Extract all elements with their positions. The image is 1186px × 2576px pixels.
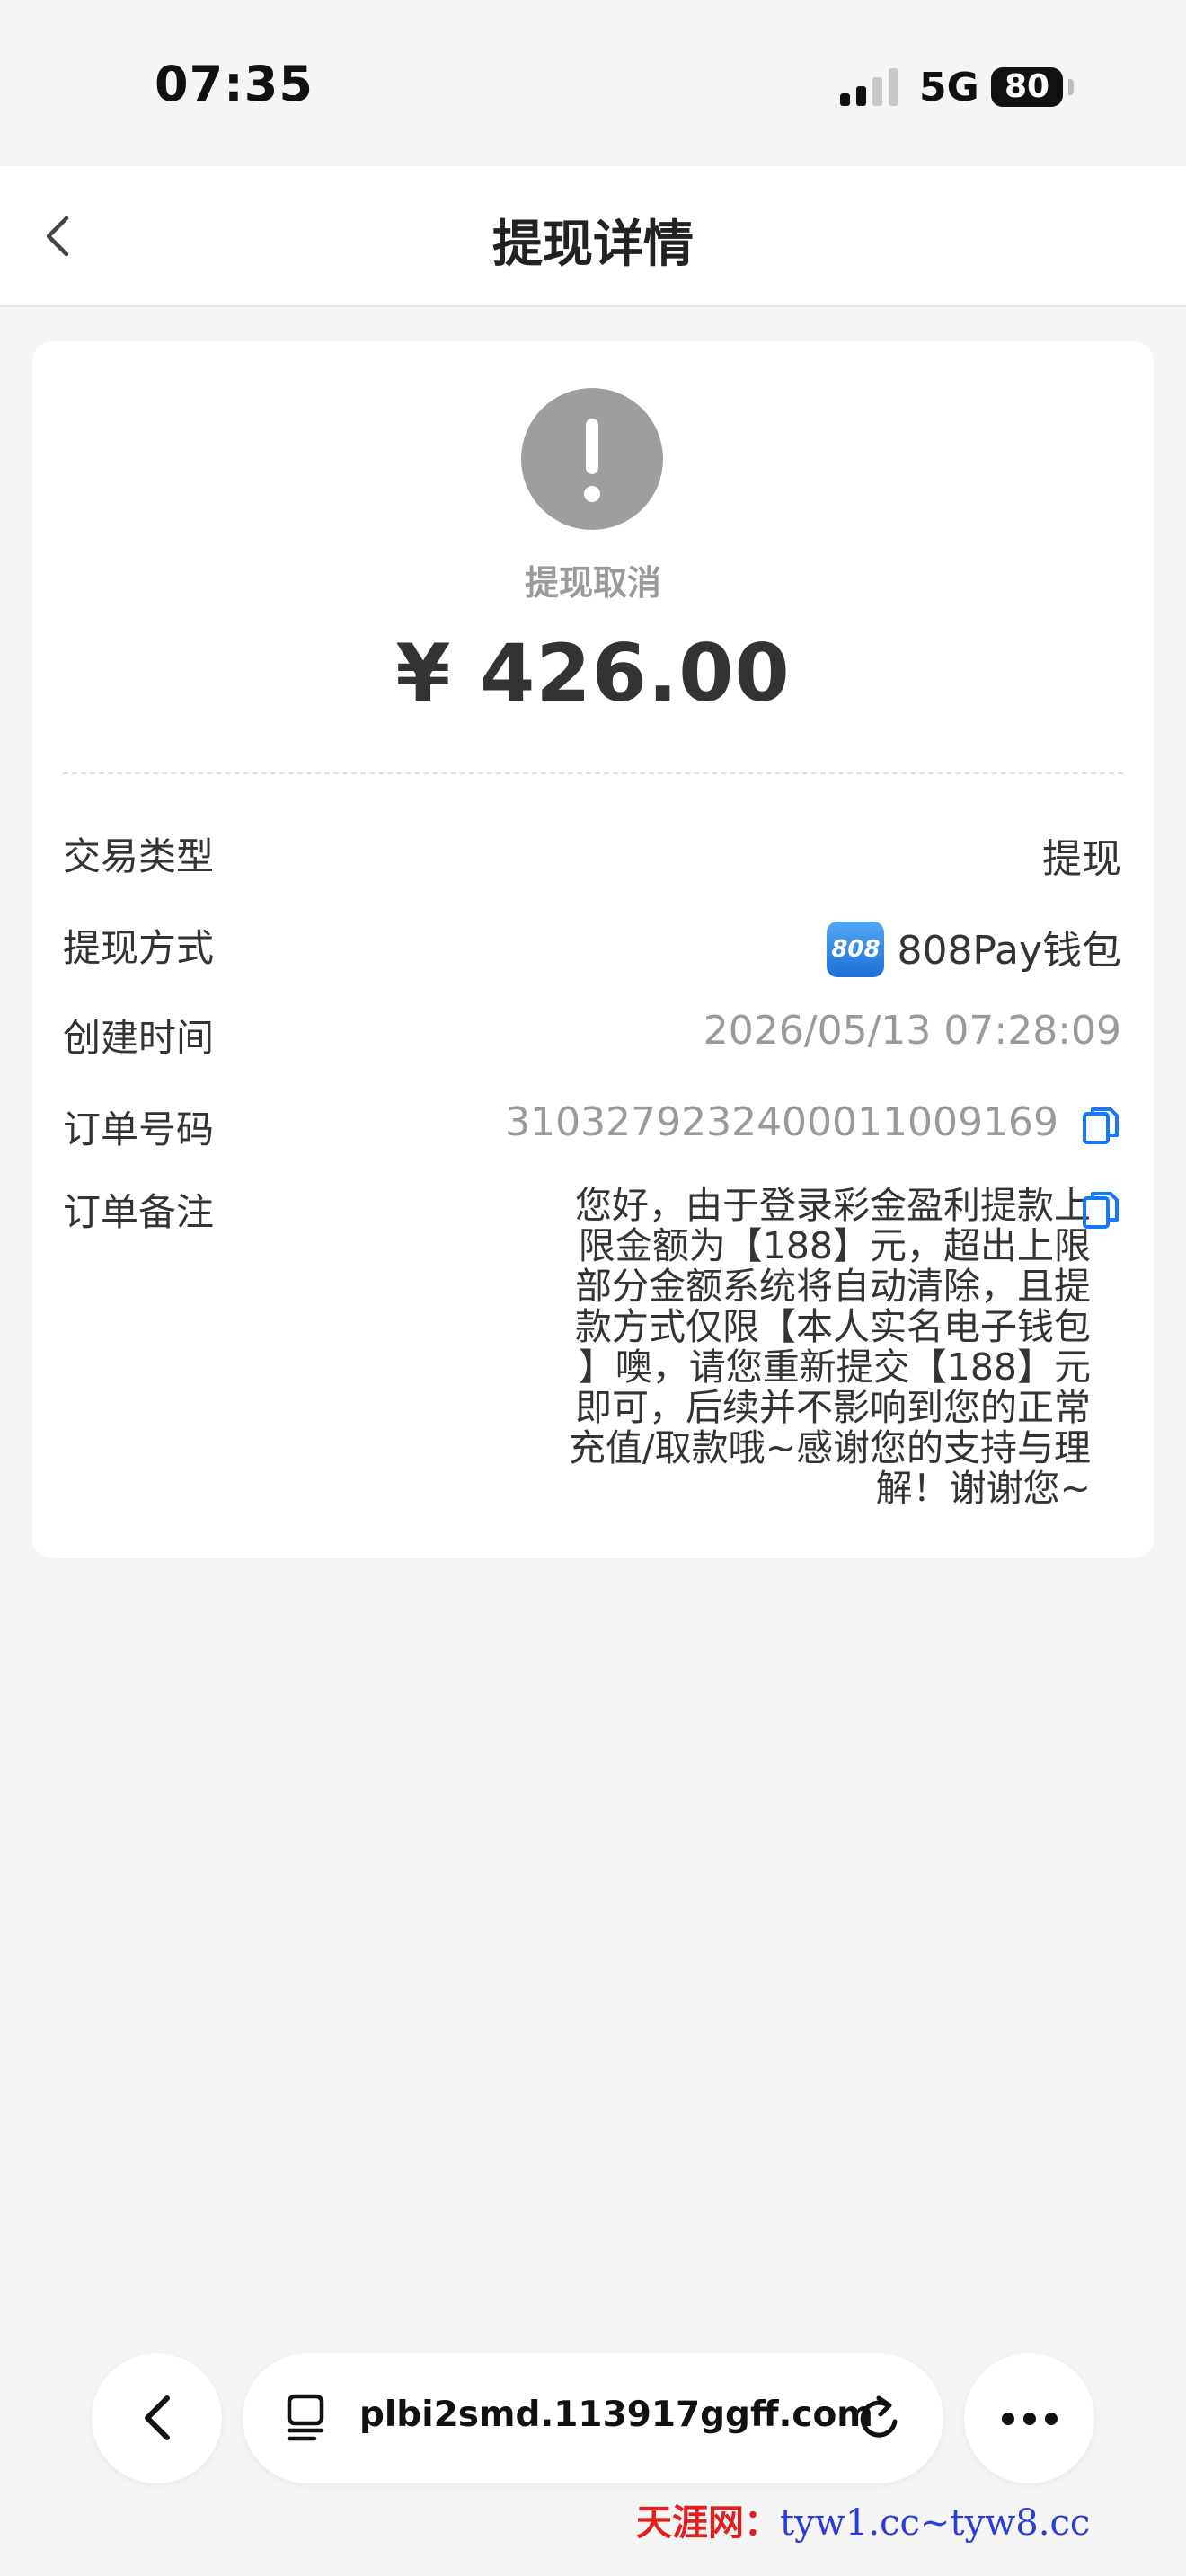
withdrawal-detail-card: 提现取消 ¥ 426.00 交易类型 提现 提现方式 808 808Pay钱包 创… [32,341,1154,1558]
status-time: 07:35 [155,56,314,112]
order-value: 3103279232400011009169 [505,1099,1058,1145]
created-label: 创建时间 [63,1016,215,1060]
created-value: 2026/05/13 07:28:09 [703,1008,1121,1054]
battery-tip [1068,79,1074,95]
signal-icon [840,68,899,106]
copy-icon[interactable] [1080,1189,1121,1231]
amount: ¥ 426.00 [395,627,791,719]
page-title: 提现详情 [492,216,694,274]
remark-line: 部分金额系统将自动清除，且提 [575,1265,1091,1308]
type-value: 提现 [1042,836,1121,882]
reload-icon[interactable] [855,2393,906,2445]
more-button[interactable] [964,2353,1094,2483]
exclamation-circle-icon [521,388,663,530]
remark-line: 解！谢谢您~ [875,1467,1091,1510]
status-text: 提现取消 [524,563,661,603]
watermark: 天涯网：tyw1.cc~tyw8.cc [636,2493,1090,2545]
order-label: 订单号码 [63,1107,215,1151]
more-icon [1002,2413,1058,2425]
browser-back-button[interactable] [92,2353,222,2483]
remark-line: 】噢，请您重新提交【188】元 [578,1345,1091,1389]
address-bar[interactable]: plbi2smd.113917ggff.com [243,2353,943,2483]
type-label: 交易类型 [63,834,215,878]
divider [63,772,1123,774]
watermark-urls: tyw1.cc~tyw8.cc [780,2502,1091,2544]
remark-line: 即可，后续并不影响到您的正常 [575,1386,1091,1429]
remark-line: 限金额为【188】元，超出上限 [578,1224,1091,1267]
nav-bar: 提现详情 [0,166,1186,307]
chevron-left-icon [145,2395,170,2440]
status-bar: 07:35 5G 80 [0,0,1186,166]
method-value-text: 808Pay钱包 [897,928,1121,974]
remark-text: 您好，由于登录彩金盈利提款上 限金额为【188】元，超出上限 部分金额系统将自动… [473,1186,1091,1509]
url-text[interactable]: plbi2smd.113917ggff.com [359,2395,873,2435]
method-label: 提现方式 [63,926,215,970]
copy-icon[interactable] [1080,1105,1121,1146]
battery-icon: 80 [991,67,1063,107]
808pay-logo: 808 [827,922,885,977]
watermark-site: 天涯网： [636,2501,780,2544]
remark-label: 订单备注 [63,1190,215,1234]
network-label: 5G [919,65,979,110]
remark-line: 充值/取款哦~感谢您的支持与理 [568,1426,1091,1469]
remark-line: 款方式仅限【本人实名电子钱包 [575,1305,1091,1348]
remark-line: 您好，由于登录彩金盈利提款上 [575,1184,1091,1227]
tab-icon[interactable] [284,2393,331,2443]
method-value: 808 808Pay钱包 [827,918,1121,981]
